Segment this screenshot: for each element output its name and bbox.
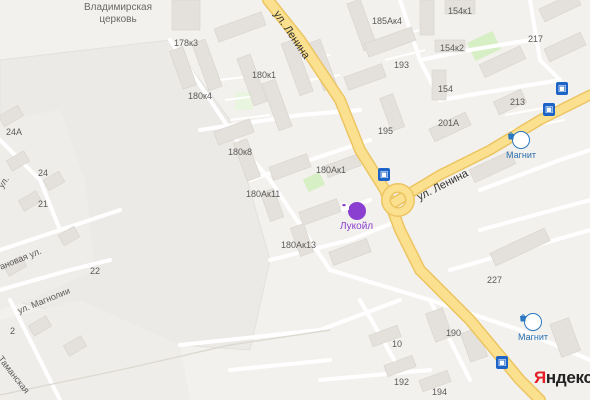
house-number: 213 [510,97,526,107]
bus-stop-icon[interactable]: ▣ [496,356,508,369]
house-number: 193 [394,60,410,70]
poi-magnit-south-label: Магнит [518,332,549,342]
house-number: 22 [90,266,101,276]
house-number: 195 [378,126,394,136]
house-number: 185Ак4 [372,16,402,26]
poi-lukoil-label: Лукойл [340,221,374,232]
house-number: 178к3 [174,38,198,48]
house-number: 201А [438,118,460,128]
house-number: 180к1 [252,70,276,80]
house-number: 21 [38,199,49,209]
yandex-logo-rest: ндекс [545,368,590,387]
house-number: 154к2 [440,43,464,53]
map-canvas [0,0,590,400]
house-number: 10 [392,339,403,349]
fuel-icon [341,202,366,220]
house-number: 180к8 [228,147,252,157]
poi-lukoil[interactable]: Лукойл [340,202,373,232]
bus-stop-icon[interactable]: ▣ [556,82,568,95]
house-number: 24А [6,127,23,137]
house-number: 217 [528,34,544,44]
yandex-logo-first: Я [534,368,546,387]
house-number: 154к1 [448,6,472,16]
house-number: 24 [38,168,49,178]
house-number: 180Ак11 [246,189,281,199]
house-number: 180Ак1 [316,165,346,175]
house-number: 192 [394,377,410,387]
house-number: 180к4 [188,91,212,101]
bus-stop-icon[interactable]: ▣ [378,168,390,181]
house-number: 190 [446,328,462,338]
poi-magnit-south[interactable]: Магнит [518,313,548,342]
house-number: 2 [10,326,16,336]
church-label-text: Владимирская церковь [83,2,153,25]
bus-stop-icon[interactable]: ▣ [543,103,555,116]
house-number: 227 [487,275,503,285]
house-number: 180Ак13 [281,240,316,250]
house-number: 154 [438,84,454,94]
map-view[interactable]: ул. Ленина ул. Ленина ановая ул. ул. Маг… [0,0,590,400]
house-number: 194 [432,387,448,397]
poi-magnit-north[interactable]: Магнит [506,131,536,160]
shop-icon [520,313,542,331]
poi-magnit-north-label: Магнит [506,150,537,160]
church-label: Владимирская церковь [68,2,168,26]
shop-icon [508,131,530,149]
yandex-logo[interactable]: Яндекс [534,368,590,388]
